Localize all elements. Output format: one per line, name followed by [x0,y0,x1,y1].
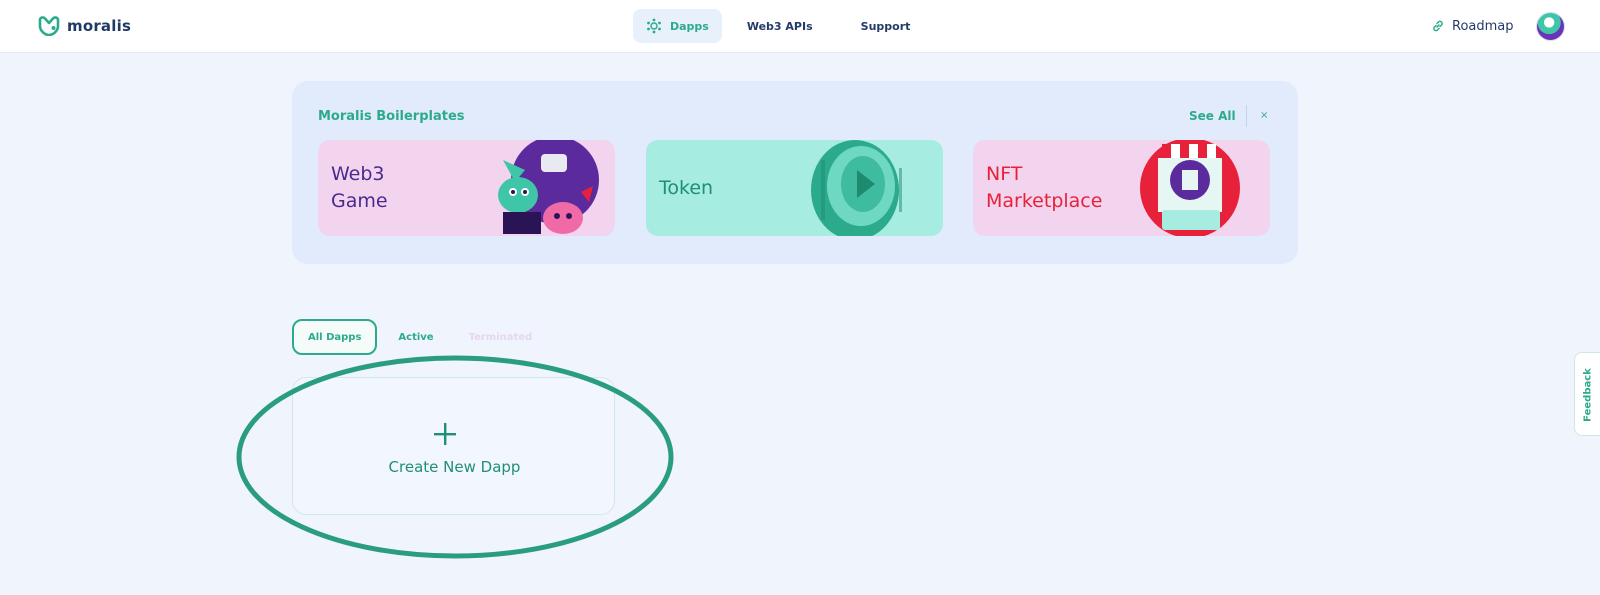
plus-icon [434,423,456,445]
boilerplates-title: Moralis Boilerplates [318,109,465,124]
nav-dapps-label: Dapps [670,19,709,33]
roadmap-label: Roadmap [1452,18,1514,34]
feedback-tab[interactable]: Feedback [1574,352,1600,436]
user-avatar[interactable] [1536,12,1565,41]
tab-active[interactable]: Active [398,332,433,343]
brand-name: moralis [67,17,132,35]
link-icon [1433,20,1443,32]
web3-game-illustration [498,140,599,234]
roadmap-link[interactable]: Roadmap [1431,16,1514,36]
top-navigation-bar: moralis Dapps Web3 APIs Support Roadmap [0,0,1600,53]
main-nav: Dapps Web3 APIs Support [633,9,923,43]
nav-dapps[interactable]: Dapps [633,9,722,43]
card-title-line: Marketplace [986,190,1103,212]
feedback-label: Feedback [1582,368,1594,422]
card-title: Token [659,175,713,202]
boilerplates-panel: Moralis Boilerplates See All × Web3 Game… [292,81,1298,264]
token-coin-illustration [811,140,902,236]
boilerplate-card-nft-marketplace[interactable]: NFT Marketplace [973,140,1270,236]
card-title-line: Token [659,177,714,199]
create-new-dapp-button[interactable]: Create New Dapp [292,377,615,515]
card-title: Web3 Game [331,161,388,215]
nav-web3-apis-label: Web3 APIs [746,19,813,33]
card-title: NFT Marketplace [986,161,1102,215]
card-title-line: Game [331,190,388,212]
dapp-filter-tabs: All Dapps Active Terminated [292,319,532,355]
moralis-logo-icon [38,16,60,36]
card-title-line: NFT [986,163,1023,185]
tab-all-dapps[interactable]: All Dapps [292,319,378,355]
nav-web3-apis[interactable]: Web3 APIs [734,9,826,43]
boilerplate-card-web3-game[interactable]: Web3 Game [318,140,615,236]
see-all-link[interactable]: See All [1189,109,1236,123]
close-icon[interactable]: × [1260,105,1268,127]
nav-support-label: Support [860,19,911,33]
card-title-line: Web3 [331,163,385,185]
boilerplate-card-token[interactable]: Token [646,140,943,236]
create-new-dapp-label: Create New Dapp [388,458,521,476]
panel-divider [1246,105,1247,127]
moralis-logo[interactable]: moralis [37,14,131,38]
nft-marketplace-illustration [1140,140,1240,236]
nav-support[interactable]: Support [848,9,924,43]
dapps-icon [647,18,661,34]
tab-terminated[interactable]: Terminated [469,332,533,343]
